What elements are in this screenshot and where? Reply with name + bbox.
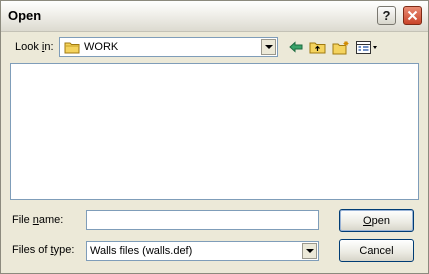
create-new-folder-button[interactable] [332, 38, 350, 56]
file-name-input[interactable] [86, 210, 319, 230]
close-button[interactable] [403, 6, 422, 25]
back-button[interactable] [287, 38, 305, 56]
open-button-label: Open [363, 214, 390, 227]
new-folder-icon [332, 40, 349, 54]
files-of-type-label: Files of type: [12, 244, 75, 256]
look-in-dropdown[interactable]: WORK [59, 37, 278, 57]
view-menu-button[interactable] [355, 38, 379, 56]
files-of-type-dropdown-button[interactable] [302, 243, 317, 259]
close-icon [407, 10, 418, 21]
help-button[interactable]: ? [377, 6, 396, 25]
look-in-value: WORK [84, 41, 119, 53]
files-of-type-dropdown[interactable]: Walls files (walls.def) [86, 241, 319, 261]
look-in-dropdown-button[interactable] [261, 39, 276, 55]
open-dialog: Open ? Look in: WORK File name: Files of… [0, 0, 429, 274]
file-name-label: File name: [12, 214, 64, 226]
up-one-level-button[interactable] [308, 38, 326, 56]
cancel-button-label: Cancel [359, 244, 394, 257]
look-in-label: Look in: [15, 41, 54, 53]
back-arrow-icon [289, 41, 303, 53]
help-icon: ? [382, 8, 391, 23]
title-bar[interactable]: Open ? [1, 1, 428, 32]
dialog-title: Open [8, 8, 42, 23]
open-button[interactable]: Open [339, 209, 414, 232]
chevron-down-icon [305, 249, 314, 253]
up-folder-icon [309, 42, 325, 54]
views-menu-icon [356, 40, 377, 54]
file-list-pane[interactable] [10, 63, 419, 200]
cancel-button[interactable]: Cancel [339, 239, 414, 262]
files-of-type-value: Walls files (walls.def) [90, 245, 193, 257]
folder-icon [64, 42, 80, 54]
chevron-down-icon [264, 45, 273, 49]
